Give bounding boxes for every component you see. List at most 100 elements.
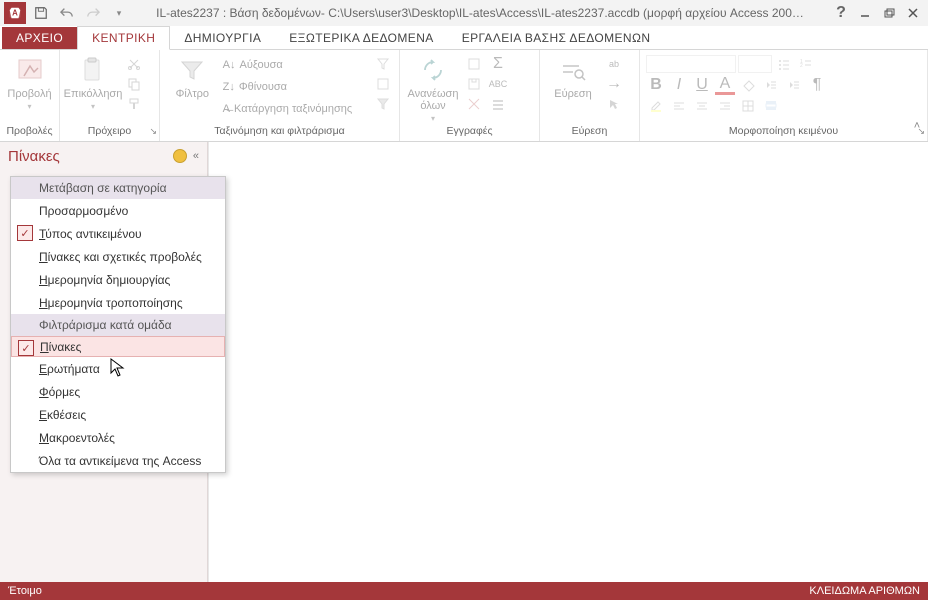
- sort-asc-icon: A↓: [223, 59, 236, 71]
- clear-sort-icon: A̶: [223, 103, 230, 115]
- cut-icon: [124, 54, 144, 74]
- menu-item-tables[interactable]: ✓ Πίνακες: [11, 336, 225, 357]
- find-icon: [557, 54, 589, 86]
- copy-icon: [124, 74, 144, 94]
- paste-icon: [77, 54, 109, 86]
- align-center-icon: [692, 96, 712, 116]
- qat-save-icon[interactable]: [30, 2, 52, 24]
- menu-header-goto-category: Μετάβαση σε κατηγορία: [11, 177, 225, 199]
- paste-button: Επικόλληση ▾: [66, 54, 120, 124]
- tab-external-data[interactable]: ΕΞΩΤΕΡΙΚΑ ΔΕΔΟΜΕΝΑ: [275, 27, 447, 49]
- format-painter-icon: [124, 94, 144, 114]
- nav-collapse-icon[interactable]: «: [193, 150, 199, 162]
- minimize-icon[interactable]: [854, 2, 876, 24]
- menu-item-custom[interactable]: Προσαρμοσμένο: [11, 199, 225, 222]
- advanced-filter-icon: [373, 74, 393, 94]
- status-ready: Έτοιμο: [8, 585, 42, 597]
- menu-item-object-type[interactable]: ✓ Τύπος αντικειμένου: [11, 222, 225, 245]
- decrease-indent-icon: [761, 75, 781, 95]
- italic-icon: I: [669, 75, 689, 95]
- refresh-all-button: Ανανέωση όλων ▾: [406, 54, 460, 124]
- bold-icon: B: [646, 75, 666, 95]
- group-label-records: Εγγραφές: [400, 125, 539, 141]
- nav-pane-header[interactable]: Πίνακες «: [0, 142, 207, 170]
- svg-text:A: A: [12, 9, 18, 18]
- svg-text:2: 2: [800, 63, 803, 69]
- ribbon-tabs: ΑΡΧΕΙΟ ΚΕΝΤΡΙΚΗ ΔΗΜΙΟΥΡΓΙΑ ΕΞΩΤΕΡΙΚΑ ΔΕΔ…: [0, 26, 928, 50]
- nav-category-dropdown-icon[interactable]: [173, 149, 187, 163]
- menu-item-queries[interactable]: Ερωτήματα: [11, 357, 225, 380]
- tab-file[interactable]: ΑΡΧΕΙΟ: [2, 27, 77, 49]
- view-button-label: Προβολή: [7, 88, 51, 100]
- filter-icon: [176, 54, 208, 86]
- menu-item-macros[interactable]: Μακροεντολές: [11, 426, 225, 449]
- spelling-icon: ABC: [488, 74, 508, 94]
- clipboard-launcher-icon[interactable]: ↘: [149, 126, 157, 137]
- sort-asc-button: A↓Αύξουσα: [223, 54, 369, 76]
- menu-item-created-date[interactable]: Ημερομηνία δημιουργίας: [11, 268, 225, 291]
- group-label-text-format: Μορφοποίηση κειμένου↘: [640, 125, 927, 141]
- increase-indent-icon: [784, 75, 804, 95]
- fill-color-icon: [738, 75, 758, 95]
- qat-customize-icon[interactable]: ▾: [108, 2, 130, 24]
- qat-redo-icon[interactable]: [82, 2, 104, 24]
- restore-icon[interactable]: [878, 2, 900, 24]
- ribbon-group-find: Εύρεση ab → Εύρεση: [540, 50, 640, 141]
- check-icon: ✓: [17, 225, 33, 241]
- status-bar: Έτοιμο ΚΛΕΙΔΩΜΑ ΑΡΙΘΜΩΝ: [0, 582, 928, 600]
- refresh-button-label: Ανανέωση όλων: [406, 88, 460, 112]
- menu-item-forms[interactable]: Φόρμες: [11, 380, 225, 403]
- ribbon-group-records: Ανανέωση όλων ▾ Σ ABC Εγγραφές: [400, 50, 540, 141]
- text-direction-icon: ¶: [807, 75, 827, 95]
- ribbon-group-text-formatting: 12 B I U A ¶: [640, 50, 928, 141]
- document-area: [208, 142, 928, 582]
- sort-desc-button: Z↓Φθίνουσα: [223, 76, 369, 98]
- title-bar: A ▾ IL-ates2237 : Βάση δεδομένων- C:\Use…: [0, 0, 928, 26]
- ribbon: Προβολή ▾ Προβολές Επικόλληση ▾ Πρόχειρο…: [0, 50, 928, 142]
- nav-category-menu: Μετάβαση σε κατηγορία Προσαρμοσμένο ✓ Τύ…: [10, 176, 226, 473]
- help-icon[interactable]: ?: [830, 2, 852, 24]
- status-numlock: ΚΛΕΙΔΩΜΑ ΑΡΙΘΜΩΝ: [809, 585, 920, 597]
- goto-icon: →: [604, 74, 624, 94]
- menu-item-related-views[interactable]: Πίνακες και σχετικές προβολές: [11, 245, 225, 268]
- group-label-views: Προβολές: [0, 125, 59, 141]
- selection-filter-icon: [373, 54, 393, 74]
- font-size-combo: [738, 55, 772, 73]
- filter-button: Φίλτρο: [166, 54, 219, 124]
- toggle-filter-icon: [373, 94, 393, 114]
- menu-item-reports[interactable]: Εκθέσεις: [11, 403, 225, 426]
- close-icon[interactable]: [902, 2, 924, 24]
- access-app-icon: A: [4, 2, 26, 24]
- view-button: Προβολή ▾: [6, 54, 53, 124]
- align-left-icon: [669, 96, 689, 116]
- tab-database-tools[interactable]: ΕΡΓΑΛΕΙΑ ΒΑΣΗΣ ΔΕΔΟΜΕΝΩΝ: [448, 27, 665, 49]
- delete-record-icon: [464, 94, 484, 114]
- ribbon-group-views: Προβολή ▾ Προβολές: [0, 50, 60, 141]
- find-button: Εύρεση: [546, 54, 600, 124]
- font-combo: [646, 55, 736, 73]
- tab-home[interactable]: ΚΕΝΤΡΙΚΗ: [77, 26, 170, 50]
- menu-item-modified-date[interactable]: Ημερομηνία τροποποίησης: [11, 291, 225, 314]
- menu-header-filter-group: Φιλτράρισμα κατά ομάδα: [11, 314, 225, 336]
- ribbon-group-clipboard: Επικόλληση ▾ Πρόχειρο↘: [60, 50, 160, 141]
- group-label-clipboard: Πρόχειρο↘: [60, 125, 159, 141]
- underline-icon: U: [692, 75, 712, 95]
- highlight-icon: [646, 96, 666, 116]
- ribbon-collapse-icon[interactable]: ˄: [910, 120, 924, 134]
- check-icon: ✓: [18, 340, 34, 356]
- nav-pane-title: Πίνακες: [8, 148, 60, 165]
- totals-icon: Σ: [488, 54, 508, 74]
- menu-item-all-objects[interactable]: Όλα τα αντικείμενα της Access: [11, 449, 225, 472]
- find-button-label: Εύρεση: [554, 88, 591, 100]
- view-icon: [14, 54, 46, 86]
- tab-create[interactable]: ΔΗΜΙΟΥΡΓΙΑ: [170, 27, 275, 49]
- sort-desc-icon: Z↓: [223, 81, 235, 93]
- font-color-icon: A: [715, 75, 735, 95]
- clear-sort-button: A̶Κατάργηση ταξινόμησης: [223, 98, 369, 120]
- group-label-sort-filter: Ταξινόμηση και φιλτράρισμα: [160, 125, 399, 141]
- qat-undo-icon[interactable]: [56, 2, 78, 24]
- refresh-icon: [417, 54, 449, 86]
- group-label-find: Εύρεση: [540, 125, 639, 141]
- bullets-icon: [774, 54, 794, 74]
- gridlines-icon: [738, 96, 758, 116]
